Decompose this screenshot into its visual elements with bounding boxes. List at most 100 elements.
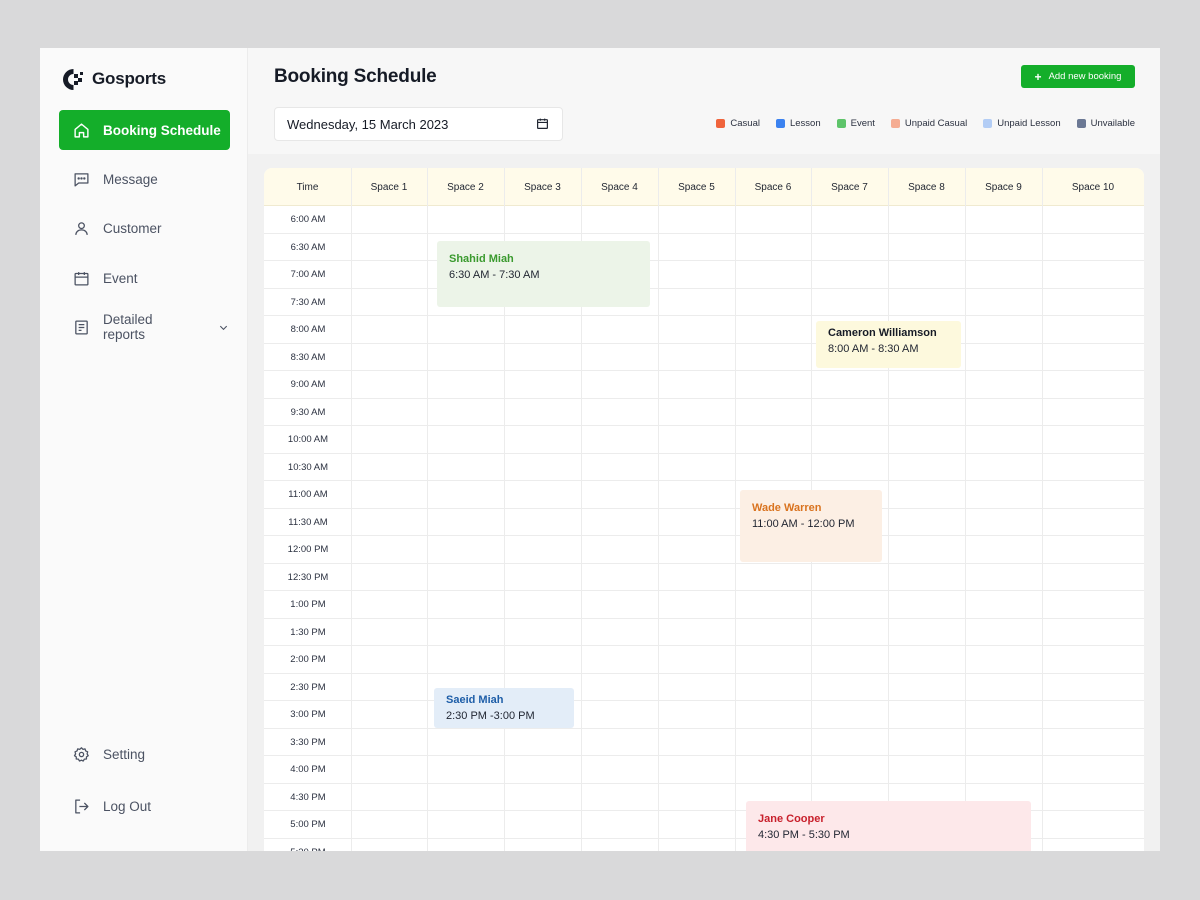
booking-time: 8:00 AM - 8:30 AM bbox=[828, 343, 919, 355]
time-label: 3:00 PM bbox=[290, 709, 326, 720]
time-slot-row[interactable] bbox=[264, 399, 1144, 426]
time-label: 4:00 PM bbox=[290, 764, 326, 775]
booking-time: 2:30 PM -3:00 PM bbox=[446, 710, 535, 722]
legend-label: Event bbox=[850, 118, 875, 129]
booking-name: Jane Cooper bbox=[758, 813, 825, 825]
date-picker[interactable]: Wednesday, 15 March 2023 bbox=[274, 107, 563, 141]
app-window: Gosports Booking Schedule Message Custom… bbox=[40, 48, 1160, 851]
sidebar-item-label: Detailed reports bbox=[103, 312, 153, 342]
time-slot-row[interactable] bbox=[264, 591, 1144, 619]
sidebar-item-message[interactable]: Message bbox=[59, 159, 230, 199]
column-divider bbox=[658, 168, 659, 851]
booking-card[interactable]: Cameron Williamson 8:00 AM - 8:30 AM bbox=[816, 321, 961, 368]
booking-card[interactable]: Jane Cooper 4:30 PM - 5:30 PM bbox=[746, 801, 1031, 851]
time-label: 2:30 PM bbox=[290, 681, 326, 693]
column-divider bbox=[427, 168, 428, 851]
time-slot-row[interactable] bbox=[264, 756, 1144, 784]
column-divider bbox=[351, 168, 352, 851]
time-label: 6:30 AM bbox=[290, 241, 326, 253]
chevron-down-icon[interactable] bbox=[218, 321, 230, 333]
booking-card[interactable]: Saeid Miah 2:30 PM -3:00 PM bbox=[434, 688, 574, 728]
space-column-header: Space 9 bbox=[985, 181, 1022, 193]
page-title: Booking Schedule bbox=[274, 66, 437, 87]
time-slot-row[interactable] bbox=[264, 454, 1144, 481]
legend-label: Unpaid Casual bbox=[904, 118, 968, 129]
sidebar-item-label: Setting bbox=[103, 746, 146, 762]
time-slot-row[interactable] bbox=[264, 344, 1144, 371]
legend-swatch bbox=[1076, 119, 1086, 128]
sidebar-item-label: Log Out bbox=[103, 798, 152, 814]
sidebar-item-label: Event bbox=[103, 270, 138, 286]
logout-icon bbox=[72, 797, 90, 815]
time-slot-row[interactable] bbox=[264, 371, 1144, 399]
time-label: 12:00 PM bbox=[287, 544, 329, 555]
booking-card[interactable]: Shahid Miah 6:30 AM - 7:30 AM bbox=[437, 241, 650, 307]
space-column-header: Space 10 bbox=[1071, 181, 1115, 193]
space-column-header: Space 1 bbox=[370, 181, 408, 193]
time-label: 5:30 PM bbox=[264, 847, 352, 852]
time-slot-row[interactable] bbox=[264, 646, 1144, 674]
time-label: 11:30 AM bbox=[288, 516, 328, 528]
date-value: Wednesday, 15 March 2023 bbox=[287, 116, 449, 132]
plus-icon: + bbox=[1034, 69, 1042, 84]
main-panel: Booking Schedule + Add new booking Wedne… bbox=[248, 48, 1160, 851]
booking-name: Wade Warren bbox=[752, 502, 822, 514]
time-label: 3:30 PM bbox=[290, 736, 326, 748]
time-slot-row[interactable] bbox=[264, 536, 1144, 564]
sidebar-item-label: Booking Schedule bbox=[103, 122, 221, 138]
time-slot-row[interactable] bbox=[264, 234, 1144, 261]
column-divider bbox=[888, 168, 889, 851]
legend-swatch bbox=[890, 119, 900, 128]
calendar-icon[interactable] bbox=[536, 117, 550, 131]
time-slot-row[interactable] bbox=[264, 674, 1144, 701]
time-label: 7:30 AM bbox=[290, 296, 326, 308]
booking-time: 4:30 PM - 5:30 PM bbox=[758, 829, 850, 841]
column-divider bbox=[1042, 168, 1043, 851]
sidebar-item-detailed-reports[interactable]: Detailed reports bbox=[59, 307, 230, 347]
legend-label: Unvailable bbox=[1090, 118, 1135, 129]
sidebar-item-booking-schedule[interactable]: Booking Schedule bbox=[59, 110, 230, 150]
schedule-header-row: Time Space 1 Space 2 Space 3 Space 4 Space 5 S… bbox=[264, 168, 1144, 206]
add-new-booking-button[interactable]: + Add new booking bbox=[1021, 65, 1135, 88]
time-slot-row[interactable] bbox=[264, 564, 1144, 591]
time-slot-row[interactable] bbox=[264, 426, 1144, 454]
user-icon bbox=[72, 219, 90, 237]
brand[interactable]: Gosports bbox=[62, 68, 166, 90]
sidebar-item-label: Customer bbox=[103, 220, 162, 236]
message-icon bbox=[72, 170, 90, 188]
space-column-header: Space 4 bbox=[601, 181, 638, 193]
calendar-icon bbox=[72, 269, 90, 287]
legend-item: Unpaid Lesson bbox=[983, 118, 1061, 129]
time-slot-row[interactable] bbox=[264, 206, 1144, 234]
column-divider bbox=[965, 168, 966, 851]
legend-label: Lesson bbox=[789, 118, 821, 129]
space-column-header: Space 2 bbox=[447, 181, 484, 193]
space-column-header: Space 7 bbox=[831, 181, 868, 193]
sidebar-item-event[interactable]: Event bbox=[59, 258, 230, 298]
time-slot-row[interactable] bbox=[264, 701, 1144, 729]
time-label: 12:30 PM bbox=[287, 571, 329, 583]
sidebar-item-customer[interactable]: Customer bbox=[59, 208, 230, 248]
time-label: 1:30 PM bbox=[290, 626, 326, 638]
time-label: 1:00 PM bbox=[290, 599, 326, 610]
time-slot-row[interactable] bbox=[264, 619, 1144, 646]
time-slot-row[interactable] bbox=[264, 729, 1144, 756]
column-divider bbox=[735, 168, 736, 851]
time-label: 6:00 AM bbox=[290, 214, 326, 225]
booking-card[interactable]: Wade Warren 11:00 AM - 12:00 PM bbox=[740, 490, 882, 562]
time-label: 11:00 AM bbox=[288, 489, 328, 500]
time-label: 9:30 AM bbox=[290, 406, 326, 418]
legend-label: Unpaid Lesson bbox=[997, 118, 1061, 129]
sidebar-item-logout[interactable]: Log Out bbox=[59, 786, 230, 826]
legend-item: Unpaid Casual bbox=[890, 118, 968, 129]
time-slot-row[interactable] bbox=[264, 509, 1144, 536]
schedule-grid: Time Space 1 Space 2 Space 3 Space 4 Space 5 S… bbox=[264, 168, 1144, 851]
sidebar-item-setting[interactable]: Setting bbox=[59, 734, 230, 774]
time-slot-row[interactable] bbox=[264, 261, 1144, 289]
time-slot-row[interactable] bbox=[264, 316, 1144, 344]
time-slot-row[interactable] bbox=[264, 289, 1144, 316]
gosports-logo-icon bbox=[62, 68, 85, 91]
sidebar-item-label: Message bbox=[103, 171, 158, 187]
sidebar: Gosports Booking Schedule Message Custom… bbox=[40, 48, 248, 851]
time-slot-row[interactable] bbox=[264, 481, 1144, 509]
